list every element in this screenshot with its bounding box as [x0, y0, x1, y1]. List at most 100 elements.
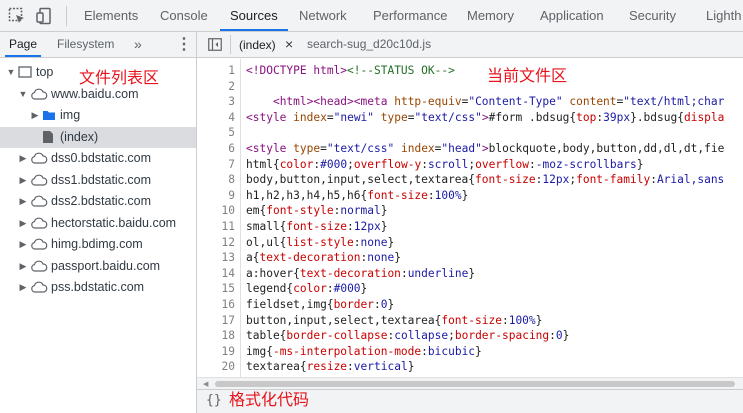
line-number: 6 [228, 142, 235, 155]
line-number: 3 [228, 95, 235, 109]
line-number: 1 [228, 64, 235, 77]
collapsed-triangle-icon[interactable]: ▶ [30, 105, 40, 126]
devtools-toolbar: Elements Console Sources Network Perform… [0, 0, 743, 32]
line-number: 16 [221, 298, 235, 311]
device-toolbar-icon[interactable] [36, 7, 54, 25]
file-tabs-divider [230, 35, 231, 54]
code-text: button,input,select,textarea{font-size:1… [246, 313, 543, 327]
tab-security[interactable]: Security [629, 0, 676, 31]
tree-item-domain[interactable]: ▶ dss1.bdstatic.com [0, 170, 196, 191]
close-icon[interactable]: × [285, 36, 293, 52]
line-number: 20 [221, 360, 235, 374]
file-tab-index[interactable]: (index) × [239, 32, 293, 57]
expanded-triangle-icon[interactable]: ▼ [6, 62, 16, 83]
scroll-left-icon[interactable]: ◀ [203, 380, 208, 388]
code-text: h1,h2,h3,h4,h5,h6{font-size:100%} [246, 188, 469, 202]
code-text: a{text-decoration:none} [246, 251, 401, 265]
collapsed-triangle-icon[interactable]: ▶ [18, 148, 28, 169]
file-tab-label: (index) [239, 38, 276, 52]
line-number: 13 [221, 251, 235, 265]
code-area[interactable]: 1 <!DOCTYPE html><!--STATUS OK--> 2 3 <html… [197, 59, 743, 377]
tree-item-label: pss.bdstatic.com [51, 280, 145, 294]
collapsed-triangle-icon[interactable]: ▶ [18, 234, 28, 255]
file-tree: ▼ top ▼ www.baidu.com ▶ img (index) ▶ dss0.bdsta… [0, 62, 196, 362]
tree-item-label: (index) [60, 129, 99, 144]
tab-console[interactable]: Console [160, 0, 208, 31]
line-number: 5 [228, 126, 235, 140]
code-text: a:hover{text-decoration:underline} [246, 266, 476, 280]
tree-item-label: himg.bdimg.com [51, 237, 143, 251]
tab-memory[interactable]: Memory [467, 0, 514, 31]
code-text: img{-ms-interpolation-mode:bicubic} [246, 344, 482, 358]
code-text: body,button,input,select,textarea{font-s… [246, 173, 725, 187]
collapsed-triangle-icon[interactable]: ▶ [18, 256, 28, 277]
expanded-triangle-icon[interactable]: ▼ [18, 84, 28, 105]
code-text: legend{color:#000} [246, 282, 368, 296]
line-number: 18 [221, 329, 235, 343]
pretty-print-button[interactable]: {} [206, 393, 222, 408]
inspect-element-icon[interactable] [8, 7, 26, 25]
line-number: 10 [221, 204, 235, 218]
code-text: fieldset,img{border:0} [246, 298, 395, 311]
code-text: <style type="text/css" index="head">bloc… [246, 142, 725, 155]
tree-item-label: dss0.bdstatic.com [51, 151, 152, 165]
tree-item-domain[interactable]: ▶ himg.bdimg.com [0, 234, 196, 255]
tree-item-domain[interactable]: ▶ pss.bdstatic.com [0, 277, 196, 298]
tree-item-label: passport.baidu.com [51, 258, 161, 273]
line-number: 19 [221, 344, 235, 358]
line-number: 2 [228, 79, 235, 93]
tree-item-label: hectorstatic.baidu.com [51, 215, 177, 230]
annotation-current-file: 当前文件区 [487, 66, 568, 85]
more-tabs-button[interactable]: » [134, 32, 142, 57]
collapsed-triangle-icon[interactable]: ▶ [18, 277, 28, 298]
tree-item-label: top [36, 65, 54, 79]
code-text: em{font-style:normal} [246, 204, 388, 218]
tab-performance[interactable]: Performance [373, 0, 447, 31]
tab-page[interactable]: Page [4, 32, 42, 57]
line-number: 14 [221, 266, 235, 280]
tree-item-label: img [60, 108, 81, 122]
line-number: 4 [228, 110, 235, 124]
code-text: ol,ul{list-style:none} [246, 235, 395, 249]
line-number: 17 [221, 313, 235, 327]
source-editor-panel: (index) × search-sug_d20c10d.js 1 <!DOCTY… [197, 32, 743, 413]
tab-lighthouse[interactable]: Lighth [706, 0, 741, 31]
annotation-format-code: 格式化代码 [229, 390, 310, 409]
tree-item-domain[interactable]: ▶ dss0.bdstatic.com [0, 148, 196, 169]
line-number: 12 [221, 235, 235, 249]
tab-network[interactable]: Network [299, 0, 347, 31]
tab-filesystem[interactable]: Filesystem [57, 32, 114, 57]
navigator-panel: Page Filesystem » ⋮ ▼ top ▼ www.baidu.com ▶ i… [0, 32, 197, 413]
tree-item-domain[interactable]: ▶ hectorstatic.baidu.com [0, 213, 196, 234]
cloud-icon [30, 280, 48, 301]
toggle-navigator-icon[interactable] [208, 38, 222, 51]
code-text: table{border-collapse:collapse;border-sp… [246, 329, 570, 343]
line-number: 11 [221, 220, 235, 233]
file-tab-search-sug[interactable]: search-sug_d20c10d.js [307, 32, 431, 57]
collapsed-triangle-icon[interactable]: ▶ [18, 191, 28, 212]
tree-item-file[interactable]: (index) [0, 126, 196, 148]
code-text: <!DOCTYPE html><!--STATUS OK--> [246, 64, 455, 77]
tree-item-folder[interactable]: ▶ img [0, 105, 196, 126]
tree-item-label: dss1.bdstatic.com [51, 172, 152, 187]
code-text: <html><head><meta http-equiv="Content-Ty… [272, 95, 725, 109]
code-text: textarea{resize:vertical} [246, 360, 415, 374]
collapsed-triangle-icon[interactable]: ▶ [18, 213, 28, 234]
tab-elements[interactable]: Elements [84, 0, 138, 31]
line-number: 9 [228, 188, 235, 202]
navigator-tabs: Page Filesystem » ⋮ [0, 32, 196, 58]
tab-sources[interactable]: Sources [220, 0, 288, 31]
tree-item-domain[interactable]: ▶ passport.baidu.com [0, 256, 196, 277]
collapsed-triangle-icon[interactable]: ▶ [18, 170, 28, 191]
line-number: 7 [228, 157, 235, 171]
line-number: 15 [221, 282, 235, 296]
code-text: <style index="newi" type="text/css">#for… [246, 110, 725, 124]
tab-application[interactable]: Application [540, 0, 604, 31]
line-number: 8 [228, 173, 235, 187]
annotation-file-list: 文件列表区 [79, 68, 160, 87]
tree-item-domain[interactable]: ▶ dss2.bdstatic.com [0, 191, 196, 212]
toolbar-divider [66, 6, 67, 26]
navigator-menu-button[interactable]: ⋮ [176, 32, 192, 57]
code-text: html{color:#000;overflow-y:scroll;overfl… [246, 157, 644, 171]
editor-file-tabs: (index) × search-sug_d20c10d.js [197, 32, 743, 58]
